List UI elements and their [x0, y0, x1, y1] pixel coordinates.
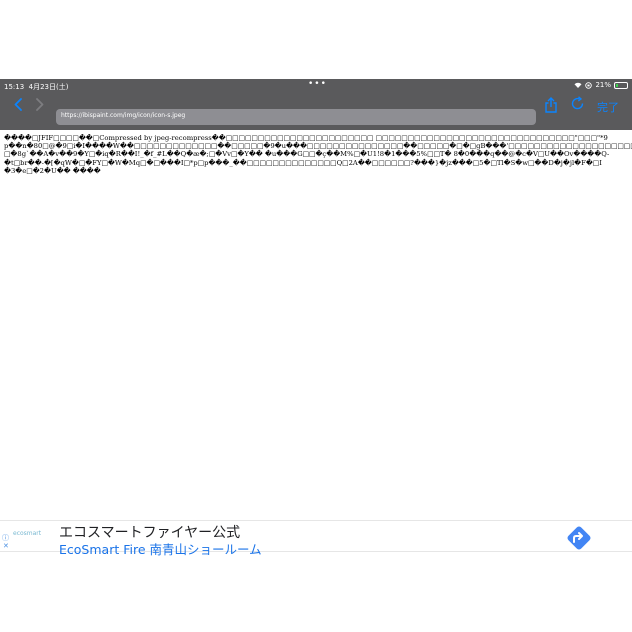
status-indicators: 21% — [574, 81, 628, 89]
raw-text-line: ����□JFIF□□□□��□Compressed by jpeg-recom… — [4, 134, 608, 142]
ad-logo: ecosmart — [13, 530, 42, 537]
orientation-lock-icon — [585, 81, 593, 89]
done-button[interactable]: 完了 — [597, 99, 619, 115]
url-text[interactable]: https://ibispaint.com/img/icon/icon-s.jp… — [61, 112, 185, 119]
reload-button[interactable] — [570, 96, 585, 115]
status-time: 15:13 — [4, 83, 25, 91]
status-date: 4月23日(土) — [28, 83, 69, 91]
share-button[interactable] — [544, 97, 558, 117]
directions-button[interactable] — [564, 523, 594, 557]
battery-fill — [616, 83, 618, 87]
back-button[interactable] — [14, 98, 22, 114]
chevron-right-icon — [36, 98, 44, 111]
multitask-dots-icon[interactable]: ••• — [308, 79, 327, 89]
raw-file-content: ����□JFIF□□□□��□Compressed by jpeg-recom… — [4, 134, 632, 194]
directions-arrow-icon — [567, 526, 591, 550]
browser-toolbar: 15:13 4月23日(土) ••• 21% https://ibispaint… — [0, 79, 632, 130]
battery-percent: 21% — [595, 81, 611, 89]
ad-subtitle[interactable]: EcoSmart Fire 南青山ショールーム — [59, 539, 262, 558]
chevron-left-icon — [14, 98, 22, 111]
address-bar[interactable]: https://ibispaint.com/img/icon/icon-s.jp… — [56, 109, 536, 125]
raw-text-line: �3�e□�2�U�� ���� — [4, 166, 101, 175]
close-icon[interactable]: ✕ — [3, 542, 9, 550]
reload-icon — [571, 96, 584, 110]
status-bar: 15:13 4月23日(土) ••• 21% — [0, 79, 632, 94]
wifi-icon — [574, 82, 582, 88]
top-blank-area — [0, 0, 632, 79]
battery-icon — [614, 81, 628, 89]
forward-button[interactable] — [36, 98, 44, 114]
ad-banner[interactable]: ⓘ ✕ ecosmart エコスマートファイヤー公式 EcoSmart Fire… — [0, 520, 632, 557]
raw-text-line: �t□br��-�[�qW�□�FY□�W�Mq□�□���I□*p□p���_… — [4, 158, 602, 167]
raw-text-line: □�8g`��A�v��9�Y□�iq�R��I!_�f_#L��Q�æ�;□�… — [4, 150, 610, 159]
share-icon — [545, 97, 557, 113]
status-time-date: 15:13 4月23日(土) — [4, 82, 68, 92]
